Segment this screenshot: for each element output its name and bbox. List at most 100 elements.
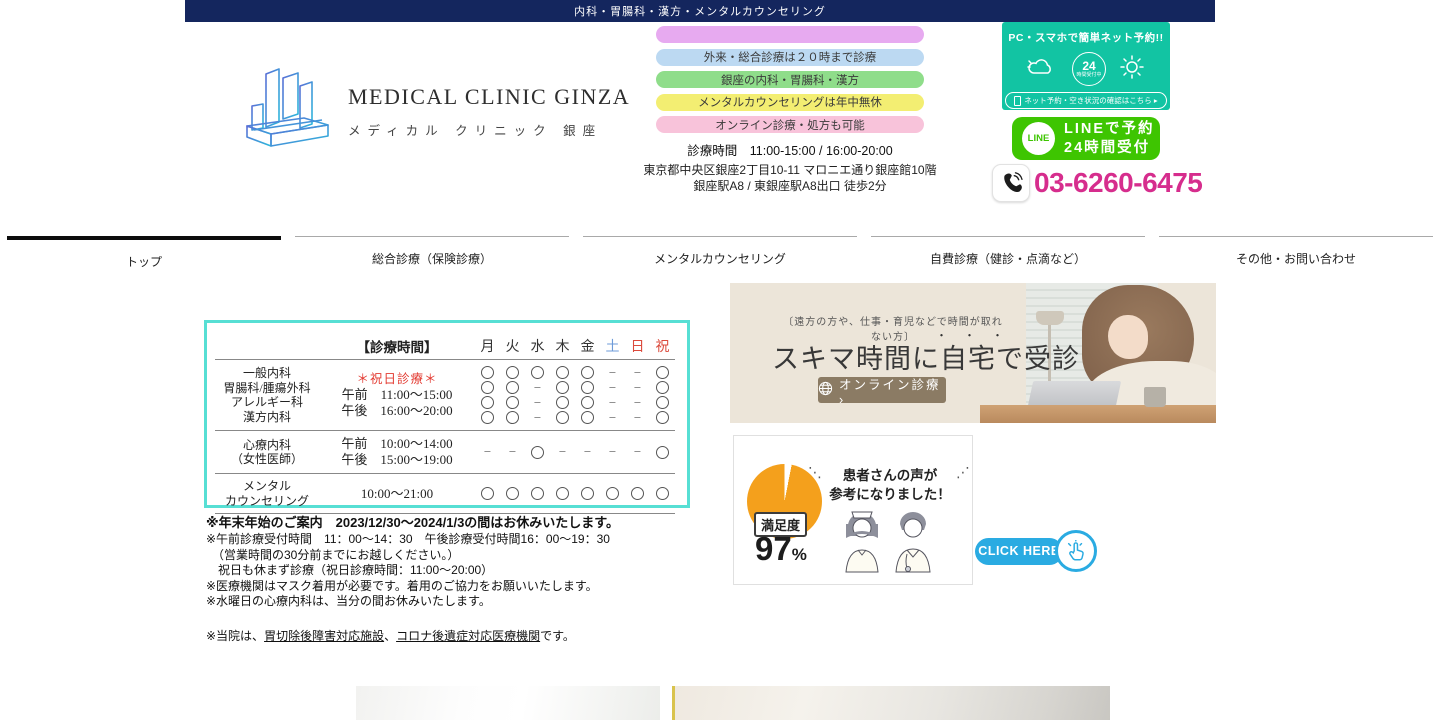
- open-mark: [500, 381, 525, 394]
- time-column: ＊祝日診療＊午前 11:00〜15:00午後 16:00〜20:00: [319, 365, 475, 425]
- notice-list: ※年末年始のご案内 2023/12/30〜2024/1/3の間はお休みいたします…: [206, 514, 716, 610]
- globe-icon: [818, 381, 833, 399]
- time-column: 午前 10:00〜14:00午後 15:00〜19:00: [319, 436, 475, 468]
- day-header: 火: [500, 336, 525, 356]
- department-label: アレルギー科: [215, 395, 319, 410]
- click-here-button[interactable]: CLICK HERE: [975, 530, 1097, 572]
- closed-mark: −: [500, 444, 525, 460]
- open-mark: [600, 487, 625, 500]
- closed-mark: −: [600, 395, 625, 411]
- day-header: 月: [475, 336, 500, 356]
- open-mark: [550, 487, 575, 500]
- department-labels: 一般内科胃腸科/腫瘍外科アレルギー科漢方内科: [215, 365, 319, 425]
- timetable-card: 【診療時間】 月火水木金土日祝 一般内科胃腸科/腫瘍外科アレルギー科漢方内科＊祝…: [204, 320, 690, 508]
- notice-line: ※医療機関はマスク着用が必要です。着用のご協力をお願いいたします。: [206, 579, 716, 595]
- line-reservation-button[interactable]: LINE LINEで予約 24時間受付: [1012, 117, 1160, 160]
- open-mark: [575, 381, 600, 394]
- marks-row: −−−: [475, 410, 675, 425]
- department-labels: メンタルカウンセリング: [215, 479, 319, 508]
- notice-line: ※水曜日の心療内科は、当分の間お休みいたします。: [206, 594, 716, 610]
- department-label: 漢方内科: [215, 410, 319, 425]
- phone-number[interactable]: 03-6260-6475: [1034, 167, 1202, 199]
- satisfaction-value: 97%: [755, 530, 807, 568]
- department-label: カウンセリング: [215, 494, 319, 509]
- open-mark: [625, 487, 650, 500]
- open-mark: [525, 487, 550, 500]
- net-reservation-button[interactable]: ネット予約・空き状況の確認はこちら ▸: [1005, 92, 1166, 109]
- notice-line: 祝日も休まず診療（祝日診療時間：11:00〜20:00）: [206, 563, 716, 579]
- department-label: 心療内科: [215, 438, 319, 453]
- line-icon: LINE: [1022, 122, 1055, 155]
- net-reservation-box: PC・スマホで簡単ネット予約!! 24 時間受付中: [1002, 22, 1170, 110]
- tab-private-care[interactable]: 自費診療（健診・点滴など）: [864, 236, 1152, 270]
- clinic-name-jp: メディカル クリニック 銀座: [348, 120, 630, 139]
- open-mark: [500, 411, 525, 424]
- address-line1: 東京都中央区銀座2丁目10-11 マロニエ通り銀座館10階: [630, 162, 950, 178]
- marks-rows: [475, 479, 675, 508]
- open-mark: [550, 381, 575, 394]
- clinic-logo[interactable]: MEDICAL CLINIC GINZA メディカル クリニック 銀座: [242, 62, 630, 161]
- open-mark: [525, 446, 550, 459]
- tab-label: トップ: [0, 240, 288, 270]
- info-pill: 銀座の内科・胃腸科・漢方: [656, 71, 924, 88]
- info-pill: 外来・総合診療は２０時まで診療: [656, 49, 924, 66]
- open-mark: [550, 366, 575, 379]
- online-consultation-button[interactable]: オンライン診療 ›: [818, 377, 946, 403]
- link-gastrectomy-support[interactable]: 胃切除後障害対応施設: [264, 629, 384, 643]
- hand-cursor-icon: [1055, 530, 1097, 572]
- time-text: 午後 16:00〜20:00: [319, 403, 475, 419]
- closed-mark: −: [625, 395, 650, 411]
- open-mark: [475, 381, 500, 394]
- closed-mark: −: [625, 380, 650, 396]
- department-labels: 心療内科（女性医師）: [215, 436, 319, 468]
- day-header: 金: [575, 336, 600, 356]
- time-text: 午前 11:00〜15:00: [319, 387, 475, 403]
- open-mark: [650, 487, 675, 500]
- timetable-group: 心療内科（女性医師）午前 10:00〜14:00午後 15:00〜19:00−−…: [215, 430, 675, 473]
- day-header: 祝: [650, 336, 675, 356]
- day-header: 土: [600, 336, 625, 356]
- phone-icon: [992, 164, 1030, 202]
- patient-voice-card[interactable]: 満足度 97% ⋱ ⋰ 患者さんの声が 参考になりました！: [733, 435, 973, 585]
- tab-mental-counseling[interactable]: メンタルカウンセリング: [576, 236, 864, 270]
- building-icon: [242, 62, 334, 161]
- tab-contact[interactable]: その他・お問い合わせ: [1152, 236, 1440, 270]
- closed-mark: −: [625, 444, 650, 460]
- closed-mark: −: [600, 380, 625, 396]
- time-text: 午後 15:00〜19:00: [319, 452, 475, 468]
- tab-general[interactable]: 総合診療（保険診療）: [288, 236, 576, 270]
- closed-mark: −: [625, 410, 650, 426]
- closed-mark: −: [525, 395, 550, 411]
- marks-rows: −−−−−−−−−−−: [475, 365, 675, 425]
- open-mark: [500, 366, 525, 379]
- tab-top[interactable]: トップ: [0, 236, 288, 270]
- department-label: 胃腸科/腫瘍外科: [215, 381, 319, 396]
- banner-title: スキマ時間に自宅で受診: [772, 337, 1080, 376]
- clinic-photo-right: [672, 686, 1110, 720]
- closed-mark: −: [475, 444, 500, 460]
- address-line2: 銀座駅A8 / 東銀座駅A8出口 徒歩2分: [630, 178, 950, 194]
- info-pill: オンライン診療・処方も可能: [656, 116, 924, 133]
- open-mark: [650, 411, 675, 424]
- main-nav: トップ総合診療（保険診療）メンタルカウンセリング自費診療（健診・点滴など）その他…: [0, 236, 1440, 270]
- department-label: （女性医師）: [215, 452, 319, 467]
- smartphone-icon: [1014, 96, 1021, 106]
- marks-row: −−−−−−: [475, 445, 675, 460]
- clinic-address: 東京都中央区銀座2丁目10-11 マロニエ通り銀座館10階 銀座駅A8 / 東銀…: [630, 162, 950, 194]
- clinic-hours: 診療時間 11:00-15:00 / 16:00-20:00: [656, 140, 924, 159]
- netbox-title: PC・スマホで簡単ネット予約!!: [1008, 30, 1163, 45]
- open-mark: [475, 396, 500, 409]
- nurse-doctor-illustration: [834, 508, 944, 579]
- marks-row: −−−: [475, 395, 675, 410]
- timetable-group: メンタルカウンセリング10:00〜21:00: [215, 473, 675, 514]
- link-covid-aftercare[interactable]: コロナ後遺症対応医療機関: [396, 629, 540, 643]
- time-text: 10:00〜21:00: [319, 486, 475, 502]
- phone-bar[interactable]: 03-6260-6475: [992, 164, 1202, 202]
- sun-icon: [1119, 54, 1145, 85]
- open-mark: [525, 366, 550, 379]
- closed-mark: −: [550, 444, 575, 460]
- patient-voice-text: 患者さんの声が 参考になりました！: [820, 466, 960, 504]
- closed-mark: −: [600, 365, 625, 381]
- online-consultation-banner[interactable]: 〔遠方の方や、仕事・育児などで時間が取れない方〕 ・・・ スキマ時間に自宅で受診…: [730, 283, 1216, 423]
- day-header: 木: [550, 336, 575, 356]
